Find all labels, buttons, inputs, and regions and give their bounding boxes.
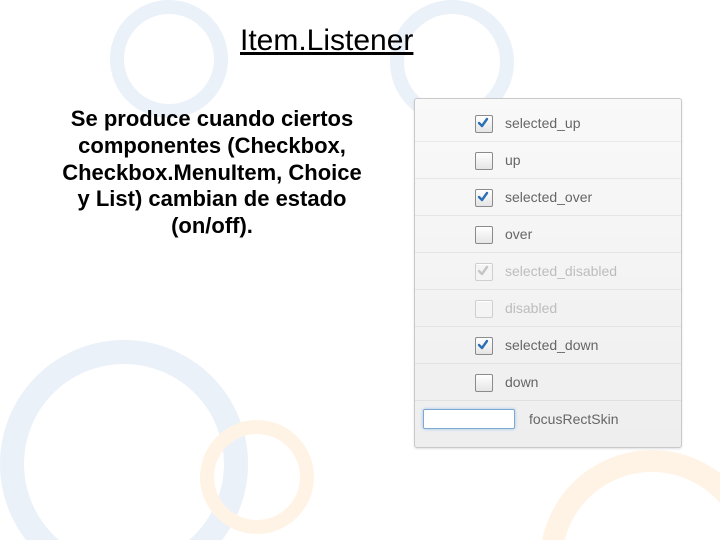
checkbox-selected-over[interactable]	[475, 189, 491, 205]
checkbox-label: selected_up	[505, 115, 581, 131]
slide: Item.Listener Se produce cuando ciertos …	[0, 0, 720, 540]
page-title: Item.Listener	[240, 24, 413, 58]
checkbox-label: up	[505, 152, 521, 168]
list-item: down	[415, 364, 681, 401]
list-item: selected_down	[415, 327, 681, 364]
checkbox-label: focusRectSkin	[529, 411, 618, 427]
list-item: selected_up	[415, 105, 681, 142]
checkbox-label: selected_down	[505, 337, 598, 353]
check-icon	[477, 265, 489, 277]
list-item: selected_over	[415, 179, 681, 216]
list-item: up	[415, 142, 681, 179]
checkbox-selected-disabled	[475, 263, 491, 279]
list-item: over	[415, 216, 681, 253]
list-item: disabled	[415, 290, 681, 327]
decorative-circle	[200, 420, 314, 534]
body-text: Se produce cuando ciertos componentes (C…	[62, 106, 362, 240]
list-item: focusRectSkin	[415, 401, 681, 437]
checkbox-up[interactable]	[475, 152, 491, 168]
check-icon	[477, 191, 489, 203]
checkbox-selected-down[interactable]	[475, 337, 491, 353]
checkbox-label: disabled	[505, 300, 557, 316]
checkbox-label: selected_over	[505, 189, 592, 205]
checkbox-selected-up[interactable]	[475, 115, 491, 131]
checkbox-disabled	[475, 300, 491, 316]
check-icon	[477, 117, 489, 129]
checkbox-label: down	[505, 374, 538, 390]
checkbox-down[interactable]	[475, 374, 491, 390]
focus-rect-skin[interactable]	[423, 409, 515, 429]
check-icon	[477, 339, 489, 351]
checkbox-label: selected_disabled	[505, 263, 617, 279]
checkbox-states-panel: selected_up up selected_over over	[414, 98, 682, 448]
checkbox-label: over	[505, 226, 532, 242]
decorative-circle	[110, 0, 228, 118]
list-item: selected_disabled	[415, 253, 681, 290]
decorative-circle	[540, 450, 720, 540]
checkbox-over[interactable]	[475, 226, 491, 242]
